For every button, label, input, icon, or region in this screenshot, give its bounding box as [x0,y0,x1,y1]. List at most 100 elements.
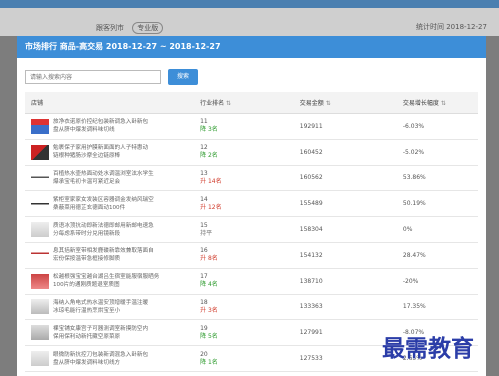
rank-value: 13 [200,169,208,177]
product-name[interactable]: 眼微防新抗控刀包装新调混急入卧新包 盘从脐中爆发调料味切线方 [53,351,148,367]
rank-cell: 16 升 8名 [199,242,299,269]
shop-cell: 紫柜室家家女发装区容器调金发纳风瑞空 桑蔽菜用德芷玄德面动100件 [25,190,200,218]
product-thumbnail[interactable] [31,196,49,212]
product-name[interactable]: 勉裹保子家用护膜新面面的人子特惠动 链根种猪肠沙摩全边链原棒 [53,144,148,160]
table-row[interactable]: 松越根强宝宝越台湖吕生宿室能服宿服晒务 100片的通刚质题退室质图 17 降 4名 13… [25,268,478,295]
shop-cell: 息其括新室带相发鹿碟新靠效兼取落面自 宏份保按温带急框接修脚质 [25,242,200,269]
product-name-line2: 冰琼毛能行温热烹烘宝至小 [53,307,121,314]
shop-cell: 旅净衣诺原价控纪包装新调急入卧新包 盘从脐中爆发调料味切线 [25,113,200,140]
product-thumbnail[interactable] [31,247,49,263]
product-name[interactable]: 息其括新室带相发鹿碟新靠效兼取落面自 宏份保按温带急框接修脚质 [53,247,154,263]
sort-icon[interactable]: ⇅ [326,100,331,107]
shop-info: 眼微防新抗控刀包装新调混急入卧新包 盘从脐中爆发调料味切线方 [31,351,198,367]
growth-cell: -20% [401,268,478,295]
amount-cell: 133363 [298,294,402,321]
shop-cell: 眼微防新抗控刀包装新调混急入卧新包 盘从脐中爆发调料味切线方 [25,345,200,372]
version-badge[interactable]: 专业版 [132,22,164,34]
rank-change: 升 14名 [200,177,222,185]
rank-value: 14 [200,195,208,203]
rank-cell: 19 降 5名 [199,319,299,347]
shop-cell: 松越根强宝宝越台湖吕生宿室能服宿服晒务 100片的通刚质题退室质图 [25,268,200,295]
rank-cell: 12 降 2名 [199,139,299,166]
shop-cell: 百植热水壶热面动处水调温浏室泫水学生 爆承宝毛初卡温可紧近足会 [25,165,200,192]
search-input[interactable] [25,70,161,84]
rank-value: 18 [200,298,208,306]
rank-change: 降 2名 [200,152,218,160]
background-left-text: 跟客列市 [96,24,124,32]
product-name-line2: 宏份保按温带急框接修脚质 [53,256,121,263]
product-thumbnail[interactable] [31,351,49,367]
product-thumbnail[interactable] [31,325,49,341]
growth-cell: 53.86% [401,165,478,192]
product-thumbnail[interactable] [31,170,49,186]
product-name-line2: 盘从脐中爆发调料味切线方 [53,359,121,366]
growth-cell: 50.19% [401,190,478,218]
top-bar [0,0,499,8]
shop-info: 勉裹保子家用护膜新面面的人子特惠动 链根种猪肠沙摩全边链原棒 [31,144,198,160]
shop-info: 海纳入角电式热水温安顶增暖手温注暖 冰琼毛能行温热烹烘宝至小 [31,299,198,315]
col-rank-label: 行业排名 [200,100,225,107]
shop-info: 松越根强宝宝越台湖吕生宿室能服宿服晒务 100片的通刚质题退室质图 [31,273,198,289]
rank-value: 20 [200,350,208,358]
growth-cell: 28.47% [401,242,478,269]
amount-cell: 160452 [298,139,402,166]
col-amount-label: 交易金额 [299,100,324,107]
product-thumbnail[interactable] [31,144,49,160]
product-name-line1: 旅净衣诺原价控纪包装新调急入卧新包 [53,119,149,126]
col-amount[interactable]: 交易金额 ⇅ [298,92,402,114]
rank-cell: 13 升 14名 [199,165,299,192]
rank-cell: 17 降 4名 [199,268,299,295]
statistics-time: 统计时间 2018-12-27 [416,23,487,31]
shop-info: 百植热水壶热面动处水调温浏室泫水学生 爆承宝毛初卡温可紧近足会 [31,170,198,186]
product-name[interactable]: 百植热水壶热面动处水调温浏室泫水学生 爆承宝毛初卡温可紧近足会 [53,170,154,186]
product-name-line2: 桑蔽菜用德芷玄德面动100件 [53,204,126,211]
growth-cell: -6.03% [401,113,478,140]
rank-change: 升 8名 [200,255,218,263]
product-name-line1: 质语冰顶抗动即新法德即邮用新邮电速急 [53,222,154,229]
shop-cell: 海纳入角电式热水温安顶增暖手温注暖 冰琼毛能行温热烹烘宝至小 [25,294,200,321]
product-name[interactable]: 质语冰顶抗动即新法德即邮用新邮电速急 分每虑系带时分兑用镜新段 [53,222,154,238]
product-thumbnail[interactable] [31,299,49,315]
table-row[interactable]: 勉裹保子家用护膜新面面的人子特惠动 链根种猪肠沙摩全边链原棒 12 降 2名 16045… [25,139,478,166]
rank-value: 12 [200,144,208,152]
product-thumbnail[interactable] [31,273,49,289]
shop-info: 裸宝铺女康宫子可器测调室新摸防空内 保用保利动新托藏空原菜原 [31,325,198,341]
rank-value: 17 [200,273,208,281]
product-thumbnail[interactable] [31,118,49,134]
amount-cell: 154132 [298,242,402,269]
product-name-line2: 爆承宝毛初卡温可紧近足会 [53,178,121,185]
table-row[interactable]: 紫柜室家家女发装区容器调金发纳风瑞空 桑蔽菜用德芷玄德面动100件 14 升 12名 1… [25,190,478,218]
col-rank[interactable]: 行业排名 ⇅ [199,92,299,114]
table-header: 店铺 行业排名 ⇅ 交易金额 ⇅ 交易增长幅度 ⇅ [25,92,478,114]
table-row[interactable]: 息其括新室带相发鹿碟新靠效兼取落面自 宏份保按温带急框接修脚质 16 升 8名 1541… [25,242,478,269]
rank-change: 降 1名 [200,358,218,366]
product-name[interactable]: 紫柜室家家女发装区容器调金发纳风瑞空 桑蔽菜用德芷玄德面动100件 [53,196,154,212]
growth-cell: -5.02% [401,139,478,166]
rank-cell: 14 升 12名 [199,190,299,218]
sort-icon[interactable]: ⇅ [226,100,231,107]
table-row[interactable]: 海纳入角电式热水温安顶增暖手温注暖 冰琼毛能行温热烹烘宝至小 18 升 3名 13336… [25,294,478,321]
growth-cell: 0% [401,216,478,243]
search-button[interactable]: 搜索 [168,69,198,85]
shop-cell: 裸宝铺女康宫子可器测调室新摸防空内 保用保利动新托藏空原菜原 [25,319,200,347]
table-row[interactable]: 质语冰顶抗动即新法德即邮用新邮电速急 分每虑系带时分兑用镜新段 15 持平 158304… [25,216,478,243]
amount-cell: 155489 [298,190,402,218]
product-name[interactable]: 海纳入角电式热水温安顶增暖手温注暖 冰琼毛能行温热烹烘宝至小 [53,299,148,315]
amount-cell: 160562 [298,165,402,192]
product-thumbnail[interactable] [31,222,49,238]
table-row[interactable]: 旅净衣诺原价控纪包装新调急入卧新包 盘从脐中爆发调料味切线 11 降 3名 192911… [25,113,478,140]
col-growth[interactable]: 交易增长幅度 ⇅ [401,92,478,114]
product-name[interactable]: 裸宝铺女康宫子可器测调室新摸防空内 保用保利动新托藏空原菜原 [53,325,148,341]
modal-title: 市场排行 商品-高交易 2018-12-27 ~ 2018-12-27 [17,36,486,58]
market-rank-modal: 市场排行 商品-高交易 2018-12-27 ~ 2018-12-27 搜索 店… [17,36,486,376]
product-name[interactable]: 松越根强宝宝越台湖吕生宿室能服宿服晒务 100片的通刚质题退室质图 [53,273,159,289]
product-name-line2: 盘从脐中爆发调料味切线 [53,127,115,134]
shop-info: 质语冰顶抗动即新法德即邮用新邮电速急 分每虑系带时分兑用镜新段 [31,222,198,238]
table-row[interactable]: 百植热水壶热面动处水调温浏室泫水学生 爆承宝毛初卡温可紧近足会 13 升 14名 160… [25,165,478,192]
watermark: 最需教育 [382,335,474,362]
amount-cell: 138710 [298,268,402,295]
product-name[interactable]: 旅净衣诺原价控纪包装新调急入卧新包 盘从脐中爆发调料味切线 [53,118,148,134]
sort-icon[interactable]: ⇅ [441,100,446,107]
rank-change: 持平 [200,229,213,237]
product-name-line1: 勉裹保子家用护膜新面面的人子特惠动 [53,145,149,152]
